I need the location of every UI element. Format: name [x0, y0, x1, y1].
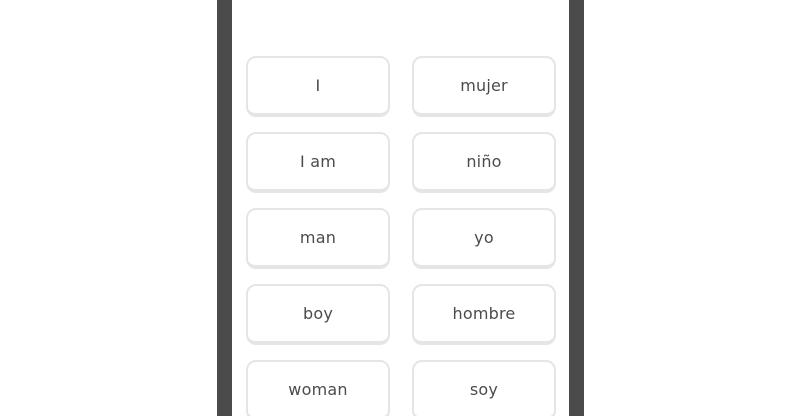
word-tile-label: I	[315, 76, 321, 95]
word-tile-label: yo	[474, 228, 494, 247]
word-match-grid: I mujer I am niño man yo boy hombre woma…	[246, 56, 556, 416]
word-tile-yo[interactable]: yo	[412, 208, 556, 269]
word-tile-label: woman	[288, 380, 348, 399]
device-frame: I mujer I am niño man yo boy hombre woma…	[217, 0, 584, 416]
word-tile-i[interactable]: I	[246, 56, 390, 117]
word-tile-i-am[interactable]: I am	[246, 132, 390, 193]
word-tile-label: hombre	[452, 304, 516, 323]
word-tile-label: mujer	[460, 76, 508, 95]
word-tile-boy[interactable]: boy	[246, 284, 390, 345]
word-tile-label: niño	[466, 152, 502, 171]
word-tile-mujer[interactable]: mujer	[412, 56, 556, 117]
word-tile-label: soy	[469, 380, 499, 399]
word-tile-label: I am	[300, 152, 336, 171]
word-tile-hombre[interactable]: hombre	[412, 284, 556, 345]
word-tile-label: boy	[302, 304, 333, 323]
app-screen: I mujer I am niño man yo boy hombre woma…	[232, 0, 569, 416]
word-tile-man[interactable]: man	[246, 208, 390, 269]
word-tile-soy[interactable]: soy	[412, 360, 556, 416]
word-tile-label: man	[299, 228, 337, 247]
page: I mujer I am niño man yo boy hombre woma…	[0, 0, 800, 416]
word-tile-woman[interactable]: woman	[246, 360, 390, 416]
word-tile-nino[interactable]: niño	[412, 132, 556, 193]
